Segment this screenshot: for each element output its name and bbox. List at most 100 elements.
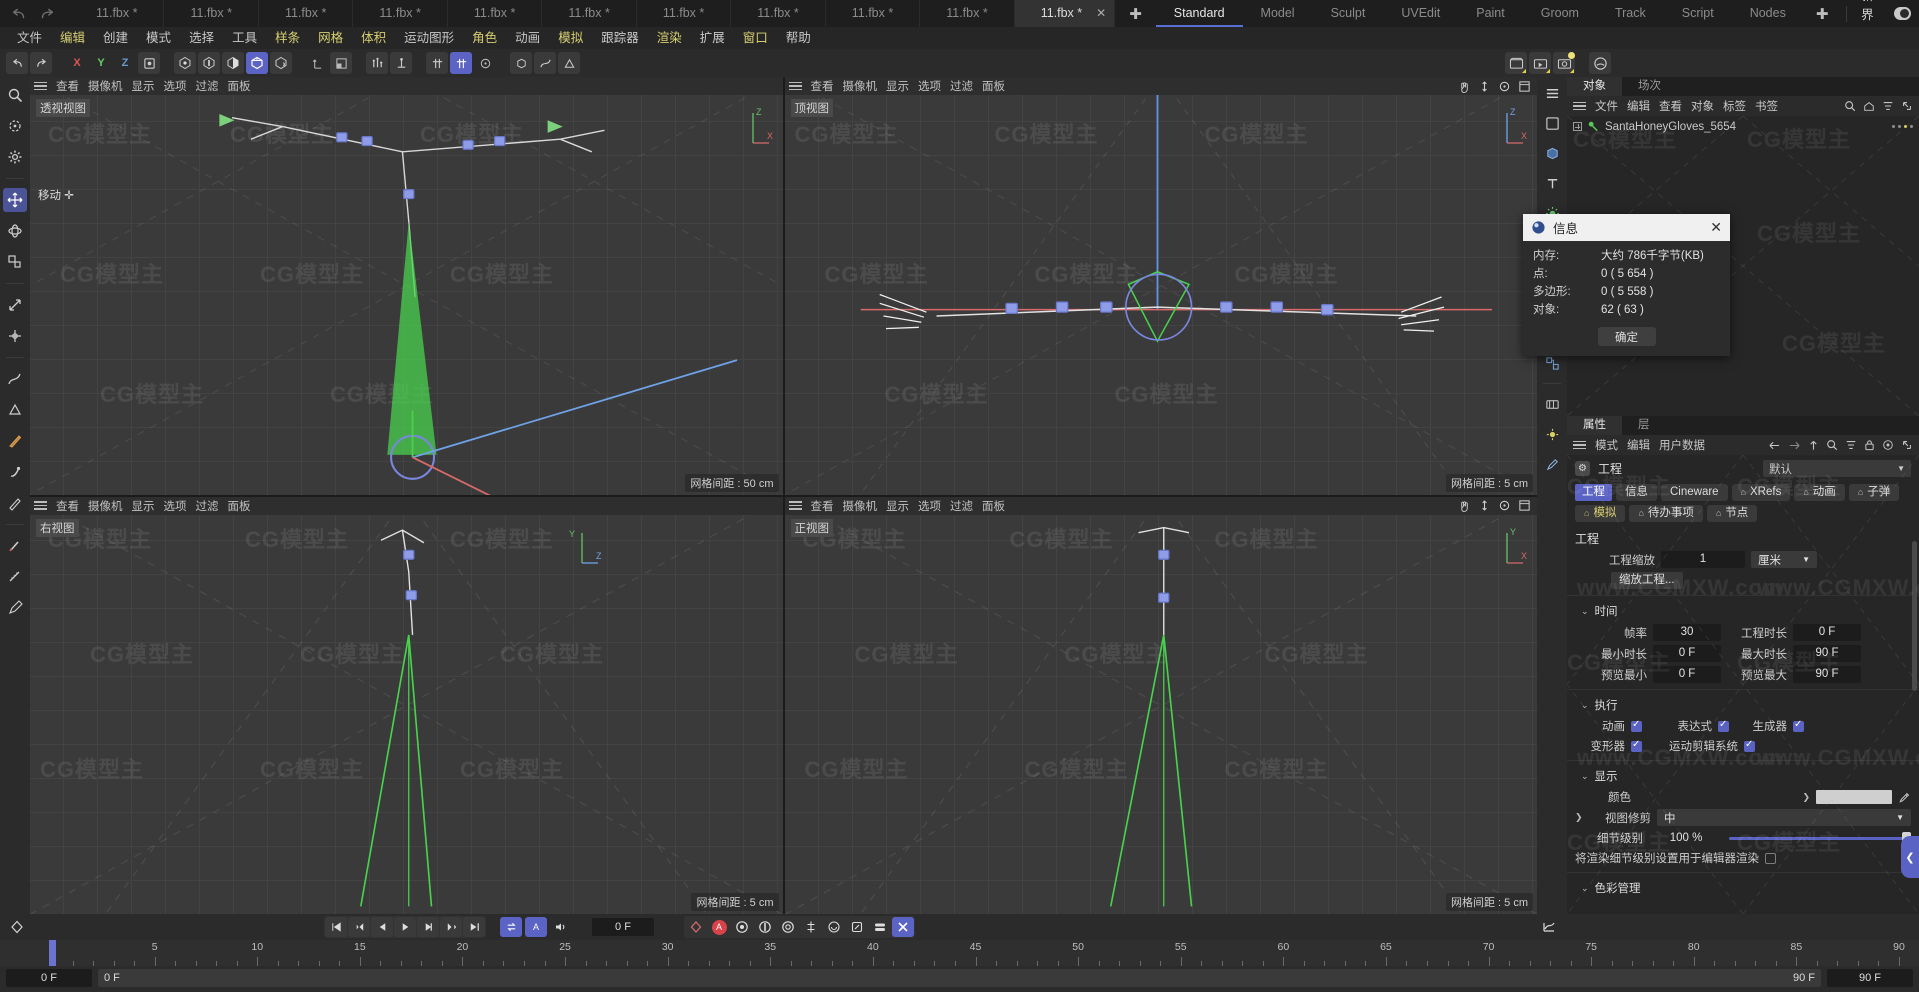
menu-item[interactable]: 运动图形 (395, 27, 463, 49)
vp-menu-options[interactable]: 选项 (918, 78, 941, 94)
param-key-button[interactable] (800, 917, 822, 937)
expand-plus-icon[interactable] (1573, 122, 1582, 131)
attribute-manager-tab[interactable]: 属性 (1567, 416, 1622, 435)
vp-menu-view[interactable]: 查看 (811, 498, 834, 514)
timeline-panel-icon[interactable] (1540, 392, 1564, 416)
workplane-align-button[interactable] (474, 52, 496, 74)
max-length-value[interactable]: 90 F (1793, 645, 1861, 662)
close-icon[interactable]: ✕ (1096, 0, 1106, 27)
quantize-button[interactable] (390, 52, 412, 74)
loop-playback-button[interactable] (500, 917, 522, 937)
vp-menu-panel[interactable]: 面板 (228, 78, 251, 94)
om-menu-file[interactable]: 文件 (1595, 98, 1618, 114)
back-arrow-icon[interactable] (1768, 440, 1781, 451)
menu-item[interactable]: 网格 (309, 27, 352, 49)
content-browser-icon[interactable] (1540, 422, 1564, 446)
filter-icon[interactable] (1882, 100, 1894, 112)
home-icon[interactable] (1863, 100, 1875, 112)
preview-min-value[interactable]: 0 F (1653, 666, 1721, 683)
new-ui-toggle[interactable] (1893, 7, 1911, 20)
go-to-start-button[interactable] (325, 917, 347, 937)
pla-key-button[interactable] (823, 917, 845, 937)
render-view-button[interactable] (1505, 52, 1527, 74)
brush-tool-icon[interactable] (3, 460, 27, 484)
deformer-checkbox[interactable] (1631, 739, 1642, 752)
vp-menu-camera[interactable]: 摄像机 (88, 498, 123, 514)
enable-axis-button[interactable] (330, 52, 352, 74)
layer-square-icon[interactable] (1540, 111, 1564, 135)
viewport-top[interactable]: 查看 摄像机 显示 选项 过滤 面板 顶视图 Z X 网格间距: 5 cm (784, 77, 1537, 495)
record-key-button[interactable] (685, 917, 707, 937)
menu-item[interactable]: 渲染 (648, 27, 691, 49)
layout-tab-nodes[interactable]: Nodes (1732, 0, 1804, 27)
document-tab[interactable]: 11.fbx * (164, 0, 259, 27)
axis-lock-y-button[interactable]: Y (90, 52, 112, 74)
om-menu-tag[interactable]: 标签 (1723, 98, 1746, 114)
autokeying-button[interactable]: A (525, 917, 547, 937)
hamburger-icon[interactable] (788, 81, 802, 91)
vp-menu-camera[interactable]: 摄像机 (843, 498, 878, 514)
attribute-manager-tab[interactable]: 层 (1622, 416, 1666, 435)
document-tab[interactable]: 11.fbx * (353, 0, 448, 27)
undo-icon[interactable] (10, 6, 28, 22)
vp-menu-display[interactable]: 显示 (132, 498, 155, 514)
autokey-toggle-button[interactable]: A (708, 917, 730, 937)
keyframe-diamond-icon[interactable] (6, 917, 28, 937)
filter-icon[interactable] (1845, 439, 1857, 451)
attribute-chip[interactable]: ⌂ 子弹 (1848, 484, 1900, 501)
lock-icon[interactable] (1864, 439, 1875, 451)
section-display-heading-row[interactable]: ⌄ 显示 (1567, 760, 1919, 787)
menu-item[interactable]: 文件 (8, 27, 51, 49)
vp-menu-options[interactable]: 选项 (164, 78, 187, 94)
viewport-right[interactable]: 查看 摄像机 显示 选项 过滤 面板 右视图 Y Z 网格间距: 5 cm (30, 496, 783, 914)
render-region-button[interactable] (1529, 52, 1551, 74)
menu-item[interactable]: 模式 (137, 27, 180, 49)
gen-checkbox[interactable] (1793, 719, 1804, 732)
menu-item[interactable]: 模拟 (549, 27, 592, 49)
range-end-field[interactable]: 90 F (1827, 969, 1913, 987)
vp-menu-panel[interactable]: 面板 (982, 498, 1005, 514)
measure-tool-icon[interactable] (3, 565, 27, 589)
menu-item[interactable]: 窗口 (734, 27, 777, 49)
up-arrow-icon[interactable] (1808, 439, 1819, 451)
layout-tab-standard[interactable]: Standard (1155, 0, 1243, 27)
anim-checkbox[interactable] (1631, 719, 1642, 732)
object-tag-dots[interactable] (1892, 125, 1913, 128)
rotation-key-button[interactable] (777, 917, 799, 937)
document-tab[interactable]: 11.fbx * (637, 0, 732, 27)
rotate-view-icon[interactable] (1498, 499, 1511, 512)
model-mode-button[interactable] (246, 52, 268, 74)
timeline-settings-button[interactable] (1538, 917, 1560, 937)
workplane-button[interactable] (426, 52, 448, 74)
am-menu-edit[interactable]: 编辑 (1627, 437, 1650, 453)
viewport-perspective[interactable]: 查看 摄像机 显示 选项 过滤 面板 透视视图 移动 ✛ Z X 网格间距: … (30, 77, 783, 495)
close-icon[interactable]: ✕ (1710, 219, 1722, 236)
document-tab[interactable]: 11.fbx * (259, 0, 354, 27)
object-tree-row[interactable]: SantaHoneyGloves_5654 (1567, 116, 1919, 134)
add-layout-button[interactable]: ✚ (1804, 5, 1841, 23)
chevron-right-icon[interactable]: ❯ (1802, 792, 1810, 803)
attribute-chip[interactable]: 信息 (1616, 484, 1657, 501)
range-start-field[interactable]: 0 F (6, 969, 92, 987)
next-key-button[interactable] (440, 917, 462, 937)
vp-menu-panel[interactable]: 面板 (982, 78, 1005, 94)
lod-slider[interactable] (1729, 831, 1911, 845)
menu-item[interactable]: 选择 (180, 27, 223, 49)
mocca-checkbox[interactable] (1744, 739, 1755, 752)
display-color-swatch[interactable] (1816, 790, 1892, 804)
menu-item[interactable]: 编辑 (51, 27, 94, 49)
am-menu-mode[interactable]: 模式 (1595, 437, 1618, 453)
fps-value[interactable]: 30 (1653, 624, 1721, 641)
attribute-chip[interactable]: ⌂ 动画 (1794, 484, 1845, 501)
chevron-right-icon[interactable]: ❯ (1575, 812, 1585, 823)
section-time-heading-row[interactable]: ⌄ 时间 (1567, 595, 1919, 622)
search-icon[interactable] (1844, 100, 1856, 112)
texture-mode-button[interactable] (270, 52, 292, 74)
vp-menu-view[interactable]: 查看 (56, 498, 79, 514)
menu-item[interactable]: 工具 (223, 27, 266, 49)
info-dialog[interactable]: 信息 ✕ 内存: 大约 786千字节(KB) 点: 0 ( 5 654 ) 多边… (1523, 214, 1730, 356)
menu-item[interactable]: 跟踪器 (592, 27, 648, 49)
document-tab[interactable]: 11.fbx * (920, 0, 1015, 27)
menu-item[interactable]: 帮助 (777, 27, 820, 49)
redo-icon[interactable] (38, 6, 56, 22)
